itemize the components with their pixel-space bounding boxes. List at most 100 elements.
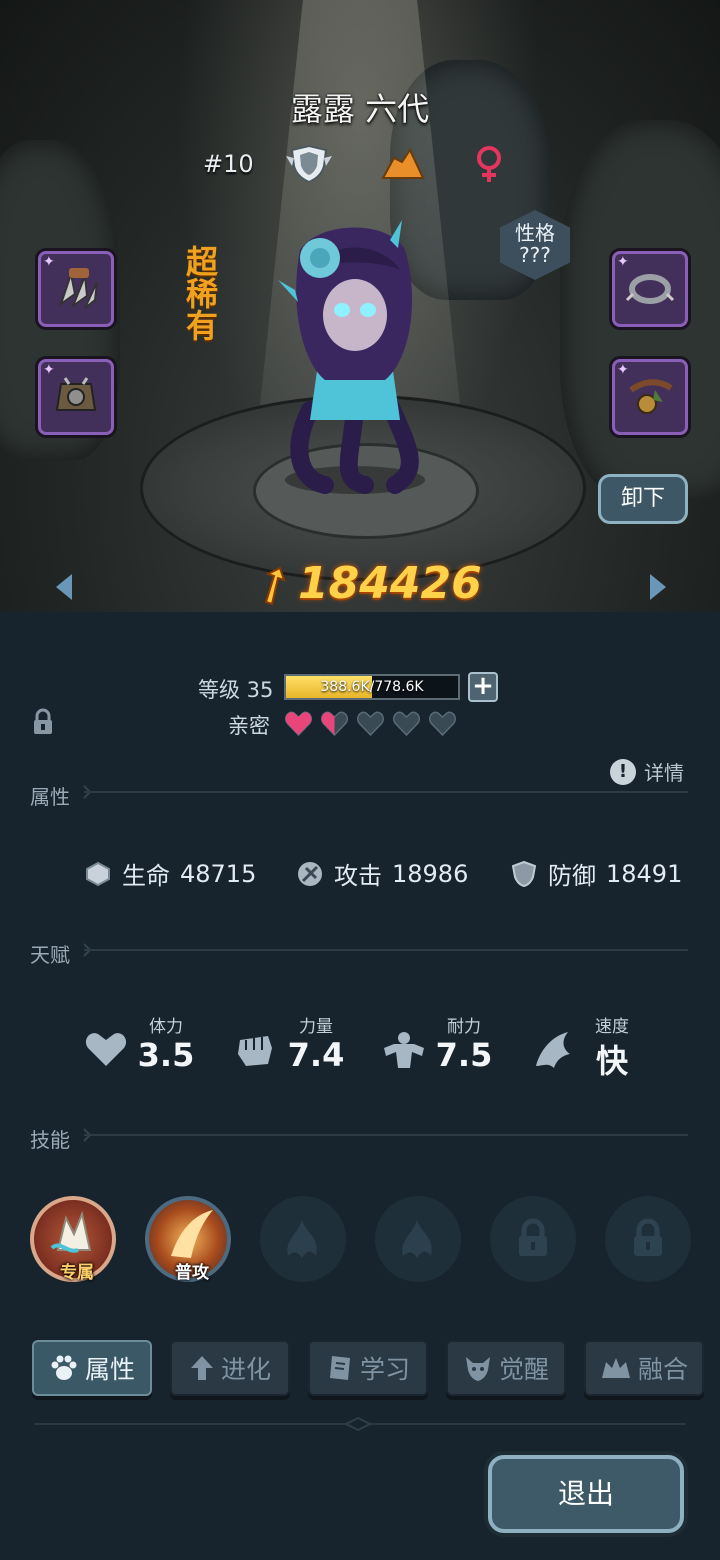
section-divider (84, 949, 688, 951)
tab-label: 学习 (359, 1355, 410, 1384)
skill-slot-locked[interactable] (605, 1196, 691, 1282)
collar-icon (625, 274, 675, 304)
talent-label: 耐力 (447, 1017, 481, 1037)
xp-text: 388.6K/778.6K (320, 679, 424, 695)
stat-hp: 生命 48715 (84, 856, 256, 891)
skill-basic-attack[interactable]: 普攻 (145, 1196, 231, 1283)
armor-icon (55, 377, 97, 411)
lock-icon (634, 1218, 662, 1256)
talent-label: 力量 (299, 1017, 333, 1037)
equip-slot-claw[interactable]: ✦ (38, 251, 114, 327)
details-link[interactable]: ! 详情 (610, 757, 684, 786)
next-arrow-icon[interactable] (646, 572, 670, 602)
talent-speed: 速度 快 (530, 1012, 630, 1082)
tab-attributes[interactable]: 属性 (32, 1340, 152, 1396)
info-icon: ! (610, 758, 636, 785)
talent-value: 7.5 (435, 1036, 493, 1074)
heart-icon (85, 1033, 127, 1066)
talent-endurance: 耐力 7.5 (382, 1012, 492, 1082)
tab-label: 融合 (637, 1355, 688, 1384)
stat-value: 18491 (606, 859, 683, 888)
section-title-skills: 技能 (30, 1128, 70, 1152)
power-value: 184426 (298, 558, 482, 609)
tab-fusion[interactable]: 融合 (584, 1340, 704, 1396)
tab-evolve[interactable]: 进化 (170, 1340, 290, 1396)
shield-badge-icon[interactable] (286, 144, 332, 184)
xp-bar: 388.6K/778.6K (284, 674, 460, 700)
intimacy-hearts (284, 710, 457, 736)
section-title-attributes: 属性 (30, 785, 70, 809)
fusion-icon (601, 1358, 630, 1378)
evolve-icon (190, 1356, 213, 1380)
flame-placeholder-icon (402, 1220, 432, 1258)
muscle-icon (384, 1032, 424, 1068)
paw-icon (51, 1355, 77, 1380)
tab-awaken[interactable]: 觉醒 (446, 1340, 566, 1396)
heart-icon (320, 711, 349, 736)
skill-exclusive[interactable]: 专属 (30, 1196, 116, 1283)
wing-icon (536, 1032, 570, 1068)
stat-label: 生命 (122, 862, 170, 890)
details-label: 详情 (644, 761, 684, 785)
lock-icon[interactable] (32, 708, 54, 736)
stat-defense: 防御 18491 (510, 856, 682, 891)
intimacy-label: 亲密 (228, 714, 270, 738)
skill-slot-empty[interactable] (260, 1196, 346, 1282)
book-icon (329, 1356, 350, 1380)
prev-arrow-icon[interactable] (52, 572, 76, 602)
stat-label: 防御 (548, 862, 596, 890)
talent-value: 7.4 (287, 1036, 345, 1074)
talent-label: 体力 (149, 1017, 183, 1037)
character-rank: #10 (203, 150, 254, 178)
exit-button[interactable]: 退出 (488, 1455, 684, 1533)
hp-icon (86, 861, 110, 886)
lock-icon (519, 1218, 547, 1256)
heart-icon (284, 711, 313, 736)
skill-slot-locked[interactable] (490, 1196, 576, 1282)
character-name: 露露 六代 (290, 90, 430, 128)
attack-icon (298, 861, 322, 886)
stat-value: 48715 (180, 859, 257, 888)
heart-icon (392, 711, 421, 736)
tab-label: 进化 (220, 1355, 271, 1384)
equip-slot-collar[interactable]: ✦ (612, 251, 688, 327)
white-flower-icon (50, 1210, 92, 1253)
skill-tag: 普攻 (175, 1263, 209, 1283)
talent-label: 速度 (595, 1017, 629, 1037)
character-sprite[interactable] (270, 210, 440, 500)
fist-icon (238, 1036, 272, 1066)
tab-learn[interactable]: 学习 (308, 1340, 428, 1396)
heart-icon (428, 711, 457, 736)
skill-tag: 专属 (60, 1263, 94, 1283)
skill-slot-empty[interactable] (375, 1196, 461, 1282)
defense-icon (511, 860, 537, 887)
bell-collar-icon (629, 379, 673, 414)
talent-stamina: 体力 3.5 (84, 1012, 194, 1082)
character-stage: 露露 六代 #10 超稀有 ✦ ✦ ✦ ✦ 性格 ??? 卸下 184426 (0, 0, 720, 615)
trait-value: ??? (519, 243, 551, 267)
bottom-tabs: 属性 进化 学习 觉醒 融合 (0, 1336, 720, 1406)
heart-icon (356, 711, 385, 736)
equip-slot-armor[interactable]: ✦ (38, 359, 114, 435)
equip-slot-bell[interactable]: ✦ (612, 359, 688, 435)
trait-label: 性格 (515, 221, 555, 245)
awaken-icon (465, 1357, 490, 1381)
power-icon (264, 566, 286, 606)
add-xp-button[interactable]: + (468, 672, 498, 702)
slash-icon (171, 1210, 213, 1258)
female-icon (477, 146, 501, 182)
talent-strength: 力量 7.4 (234, 1012, 344, 1082)
terrain-icon[interactable] (380, 144, 426, 184)
talent-value: 快 (595, 1042, 628, 1080)
level-label: 等级 35 (198, 678, 274, 702)
stat-label: 攻击 (334, 862, 382, 890)
section-divider (84, 1134, 688, 1136)
flame-placeholder-icon (287, 1220, 317, 1258)
claw-icon (59, 268, 98, 309)
section-divider (84, 791, 688, 793)
tab-label: 属性 (84, 1355, 135, 1384)
tab-label: 觉醒 (498, 1355, 549, 1384)
unload-button[interactable]: 卸下 (598, 474, 688, 524)
section-title-talent: 天赋 (30, 943, 70, 967)
talent-value: 3.5 (137, 1036, 195, 1074)
